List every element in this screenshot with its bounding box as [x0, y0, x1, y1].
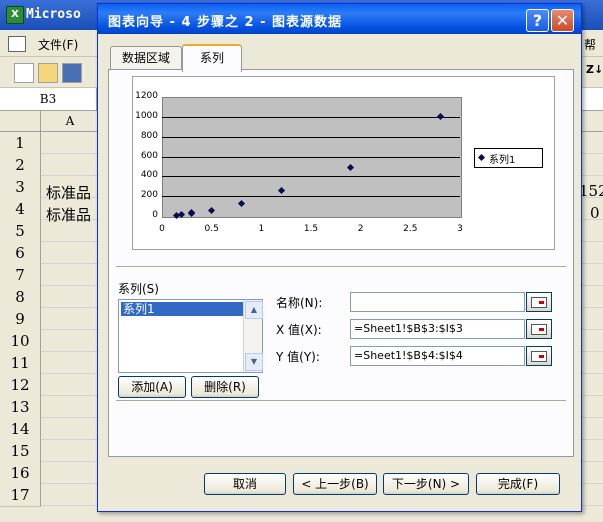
- name-field[interactable]: [350, 292, 525, 312]
- y-tick-label: 600: [140, 150, 158, 161]
- row-header-2[interactable]: 2: [0, 154, 41, 177]
- back-button[interactable]: < 上一步(B): [293, 473, 377, 495]
- sort-icon[interactable]: Z↓: [586, 63, 603, 76]
- row-header-7[interactable]: 7: [0, 264, 41, 287]
- separator-top: [116, 266, 566, 268]
- row-header-12[interactable]: 12: [0, 374, 41, 397]
- row-header-1[interactable]: 1: [0, 132, 41, 155]
- cell-a4[interactable]: 标准品: [46, 204, 91, 225]
- finish-button[interactable]: 完成(F): [476, 473, 560, 495]
- row-header-3[interactable]: 3: [0, 176, 41, 199]
- chart-wizard-dialog: 图表向导 - 4 步骤之 2 - 图表源数据 ? ✕ 数据区域 系列 0 200 4…: [97, 3, 582, 512]
- x-tick-label: 0.5: [204, 224, 219, 234]
- help-button[interactable]: ?: [526, 9, 549, 32]
- x-tick-label: 2: [357, 224, 364, 234]
- x-tick-label: 1.5: [303, 224, 319, 234]
- row-header-6[interactable]: 6: [0, 242, 41, 265]
- separator-bottom: [116, 400, 566, 402]
- tab-data-range[interactable]: 数据区域: [110, 46, 182, 69]
- gridline: [162, 136, 460, 138]
- row-header-9[interactable]: 9: [0, 308, 41, 331]
- x-ref-button[interactable]: [526, 319, 552, 339]
- x-tick-label: 0: [159, 224, 165, 234]
- gridline: [162, 176, 460, 178]
- y-tick-label: 1000: [135, 110, 158, 121]
- row-header-4[interactable]: 4: [0, 198, 41, 221]
- legend-marker-icon: [477, 153, 486, 162]
- row-header-11[interactable]: 11: [0, 352, 41, 375]
- x-tick-label: 1: [258, 224, 265, 234]
- help-icon: ?: [532, 11, 543, 30]
- y-tick-label: 0: [152, 210, 158, 220]
- gridline: [162, 196, 460, 198]
- row-header-15[interactable]: 15: [0, 440, 41, 463]
- select-all-corner[interactable]: [0, 111, 41, 131]
- close-button[interactable]: ✕: [551, 9, 574, 32]
- tab-series[interactable]: 系列: [182, 44, 242, 72]
- row-header-10[interactable]: 10: [0, 330, 41, 353]
- row-header-16[interactable]: 16: [0, 462, 41, 485]
- x-values-field[interactable]: =Sheet1!$B$3:$I$3: [350, 319, 525, 339]
- x-values-label: X 值(X):: [276, 323, 322, 337]
- row-header-14[interactable]: 14: [0, 418, 41, 441]
- collapse-dialog-icon: [531, 324, 547, 335]
- name-box[interactable]: B3: [0, 88, 97, 110]
- row-header-17[interactable]: 17: [0, 484, 41, 507]
- legend-label: 系列1: [489, 155, 516, 166]
- save-icon[interactable]: [62, 63, 82, 83]
- menu-help[interactable]: 帮: [584, 36, 596, 53]
- gridline: [162, 156, 460, 158]
- scroll-down-icon[interactable]: ▼: [245, 353, 263, 371]
- gridline: [162, 116, 460, 118]
- cell-right-3[interactable]: 152: [579, 182, 603, 200]
- chart-legend: 系列1: [474, 148, 543, 168]
- cancel-button[interactable]: 取消: [204, 473, 286, 495]
- plot-area: [162, 97, 462, 218]
- column-header-a[interactable]: A: [44, 111, 96, 131]
- series-list-label: 系列(S): [118, 282, 159, 296]
- x-tick-label: 3: [457, 224, 463, 234]
- series-list-item[interactable]: 系列1: [121, 302, 243, 316]
- row-header-13[interactable]: 13: [0, 396, 41, 419]
- name-field-label: 名称(N):: [276, 296, 323, 310]
- y-values-field[interactable]: =Sheet1!$B$4:$I$4: [350, 346, 525, 366]
- y-tick-label: 200: [140, 190, 158, 201]
- add-series-button[interactable]: 添加(A): [118, 376, 186, 398]
- excel-app-title: Microso: [26, 7, 81, 22]
- menu-file[interactable]: 文件(F): [38, 36, 78, 53]
- row-header-5[interactable]: 5: [0, 220, 41, 243]
- dialog-title: 图表向导 - 4 步骤之 2 - 图表源数据: [108, 15, 343, 30]
- y-tick-label: 1200: [135, 91, 158, 101]
- excel-app-icon: X: [6, 6, 24, 24]
- y-values-label: Y 值(Y):: [276, 350, 320, 364]
- scroll-up-icon[interactable]: ▲: [245, 301, 263, 319]
- cell-a3[interactable]: 标准品: [46, 182, 91, 203]
- collapse-dialog-icon: [531, 297, 547, 308]
- listbox-scrollbar[interactable]: ▲ ▼: [243, 300, 263, 372]
- name-ref-button[interactable]: [526, 292, 552, 312]
- collapse-dialog-icon: [531, 351, 547, 362]
- new-doc-icon[interactable]: [14, 63, 34, 83]
- series-listbox[interactable]: 系列1 ▲ ▼: [118, 299, 263, 373]
- open-folder-icon[interactable]: [38, 63, 58, 83]
- y-ref-button[interactable]: [526, 346, 552, 366]
- y-tick-label: 800: [140, 130, 158, 141]
- remove-series-button[interactable]: 删除(R): [191, 376, 259, 398]
- next-button[interactable]: 下一步(N) >: [383, 473, 469, 495]
- y-tick-label: 400: [140, 170, 158, 181]
- close-icon: ✕: [555, 11, 570, 30]
- x-tick-label: 2.5: [403, 224, 418, 234]
- doc-icon[interactable]: [8, 36, 26, 52]
- row-header-8[interactable]: 8: [0, 286, 41, 309]
- cell-right-4[interactable]: 0: [590, 204, 600, 222]
